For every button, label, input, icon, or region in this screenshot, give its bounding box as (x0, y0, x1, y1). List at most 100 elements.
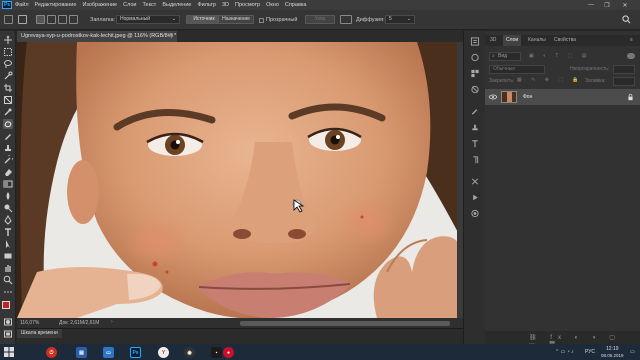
adjustments-icon[interactable] (470, 85, 480, 94)
obs-app-icon[interactable]: ▪ (211, 347, 222, 358)
search-icon[interactable] (622, 15, 631, 24)
tab-properties[interactable]: Свойства (551, 35, 579, 46)
actions-icon[interactable] (470, 193, 480, 202)
opacity-field[interactable] (613, 65, 635, 74)
selection-subtract-icon[interactable] (58, 15, 67, 24)
clone-source-icon[interactable] (470, 123, 480, 132)
menu-select[interactable]: Выделение (162, 2, 191, 8)
type-tool-icon[interactable] (3, 227, 13, 237)
menu-type[interactable]: Текст (142, 2, 156, 8)
clock-date[interactable]: 08.05.2019 (601, 353, 624, 358)
libraries-icon[interactable] (470, 209, 480, 218)
eraser-tool-icon[interactable] (3, 167, 13, 177)
file-explorer-icon[interactable]: ▤ (76, 347, 87, 358)
color-icon[interactable] (470, 53, 480, 62)
menu-layers[interactable]: Слои (123, 2, 136, 8)
windows-start-icon[interactable] (4, 347, 14, 357)
path-selection-tool-icon[interactable] (3, 239, 13, 249)
gradient-tool-icon[interactable] (3, 179, 13, 189)
eyedropper-tool-icon[interactable] (3, 107, 13, 117)
swatches-icon[interactable] (470, 69, 480, 78)
zoom-level[interactable]: 116,07% (20, 320, 39, 326)
document-tab[interactable]: Ugrevaya-syp-u-podrostkov-kak-lechit.jpe… (17, 31, 177, 42)
selection-add-icon[interactable] (47, 15, 56, 24)
maximize-button[interactable]: ❐ (600, 0, 614, 10)
history-brush-tool-icon[interactable] (3, 155, 13, 165)
menu-window[interactable]: Окно (266, 2, 279, 8)
close-window-button[interactable]: ✕ (618, 0, 632, 10)
power-app-icon[interactable]: ⏻ (46, 347, 57, 358)
tool-presets-icon[interactable] (470, 177, 480, 186)
crop-tool-icon[interactable] (3, 83, 13, 93)
panel-menu-icon[interactable]: ≡ (627, 35, 636, 46)
hand-tool-icon[interactable] (3, 263, 13, 273)
lasso-tool-icon[interactable] (3, 59, 13, 69)
clone-stamp-tool-icon[interactable] (3, 143, 13, 153)
selection-intersect-icon[interactable] (69, 15, 78, 24)
source-button[interactable]: Источник (186, 15, 222, 24)
pen-tool-icon[interactable] (3, 215, 13, 225)
status-menu-arrow-icon[interactable]: › (111, 319, 113, 325)
document-size: Док: 2,61М/2,61М (59, 320, 100, 326)
rectangle-tool-icon[interactable] (3, 251, 13, 261)
blur-tool-icon[interactable] (3, 191, 13, 201)
home-icon[interactable] (4, 15, 13, 24)
paragraph-icon[interactable] (470, 155, 480, 164)
menu-edit[interactable]: Редактирование (35, 2, 77, 8)
close-tab-icon[interactable]: ✕ (169, 31, 174, 42)
horizontal-scrollbar[interactable] (240, 321, 450, 326)
fill-field[interactable] (613, 77, 635, 86)
quick-mask-icon[interactable] (3, 317, 13, 327)
tab-layers[interactable]: Слои (503, 35, 522, 46)
record-app-icon[interactable]: ● (223, 347, 234, 358)
pattern-picker-icon[interactable] (340, 15, 352, 24)
dodge-tool-icon[interactable] (3, 203, 13, 213)
menu-help[interactable]: Справка (285, 2, 307, 8)
diffusion-select[interactable]: 5 ⌄ (385, 15, 415, 24)
pattern-button[interactable]: Узор (305, 15, 335, 24)
lock-icons[interactable]: ▦ ✎ ✥ ⬚ 🔒 (517, 77, 583, 83)
history-icon[interactable] (470, 37, 480, 46)
marquee-tool-icon[interactable] (3, 47, 13, 57)
desktop-app-icon[interactable]: ▭ (103, 347, 114, 358)
move-tool-icon[interactable] (3, 35, 13, 45)
game-app-icon[interactable]: ◉ (184, 347, 195, 358)
notifications-icon[interactable]: ▭ (630, 349, 635, 355)
eye-icon[interactable] (489, 93, 497, 101)
more-tools-icon[interactable] (3, 287, 13, 297)
blend-mode-select[interactable]: Обычные (489, 65, 545, 74)
clock-time[interactable]: 12:19 (606, 346, 619, 352)
tray-icons[interactable]: ⌃ ▭ ◔ ♪ (555, 349, 574, 355)
language-indicator[interactable]: РУС (585, 349, 595, 355)
menu-image[interactable]: Изображение (82, 2, 117, 8)
layer-row-background[interactable]: Фон (485, 89, 640, 105)
photoshop-taskbar-icon[interactable]: Ps (130, 347, 141, 358)
brushes-icon[interactable] (470, 107, 480, 116)
menu-filter[interactable]: Фильтр (197, 2, 215, 8)
timeline-tab[interactable]: Шкала времени (17, 329, 62, 338)
menu-3d[interactable]: 3D (222, 2, 229, 8)
menu-file[interactable]: Файл (15, 2, 29, 8)
screen-mode-icon[interactable] (3, 329, 13, 339)
frame-tool-icon[interactable] (3, 95, 13, 105)
filter-icons[interactable]: ▣ ◐ T ⬚ ▤ (529, 53, 591, 59)
minimize-button[interactable]: — (584, 0, 598, 10)
tab-3d[interactable]: 3D (487, 35, 499, 46)
patch-mode-select[interactable]: Нормальный ⌄ (116, 15, 180, 24)
patch-tool-preset-icon[interactable] (18, 15, 27, 24)
destination-button[interactable]: Назначение (218, 15, 254, 24)
yandex-browser-icon[interactable]: Y (158, 347, 169, 358)
character-icon[interactable] (470, 139, 480, 148)
foreground-color-swatch[interactable] (2, 301, 10, 309)
filter-toggle[interactable] (627, 53, 635, 59)
tab-channels[interactable]: Каналы (525, 35, 549, 46)
brush-tool-icon[interactable] (3, 131, 13, 141)
layer-filter-select[interactable]: ⌕ Вид (489, 52, 521, 61)
menu-view[interactable]: Просмотр (235, 2, 260, 8)
quick-selection-tool-icon[interactable] (3, 71, 13, 81)
document-canvas[interactable] (17, 42, 463, 318)
patch-tool-icon[interactable] (3, 119, 13, 129)
selection-new-icon[interactable] (36, 15, 45, 24)
zoom-tool-icon[interactable] (3, 275, 13, 285)
transparent-checkbox[interactable] (259, 18, 264, 23)
